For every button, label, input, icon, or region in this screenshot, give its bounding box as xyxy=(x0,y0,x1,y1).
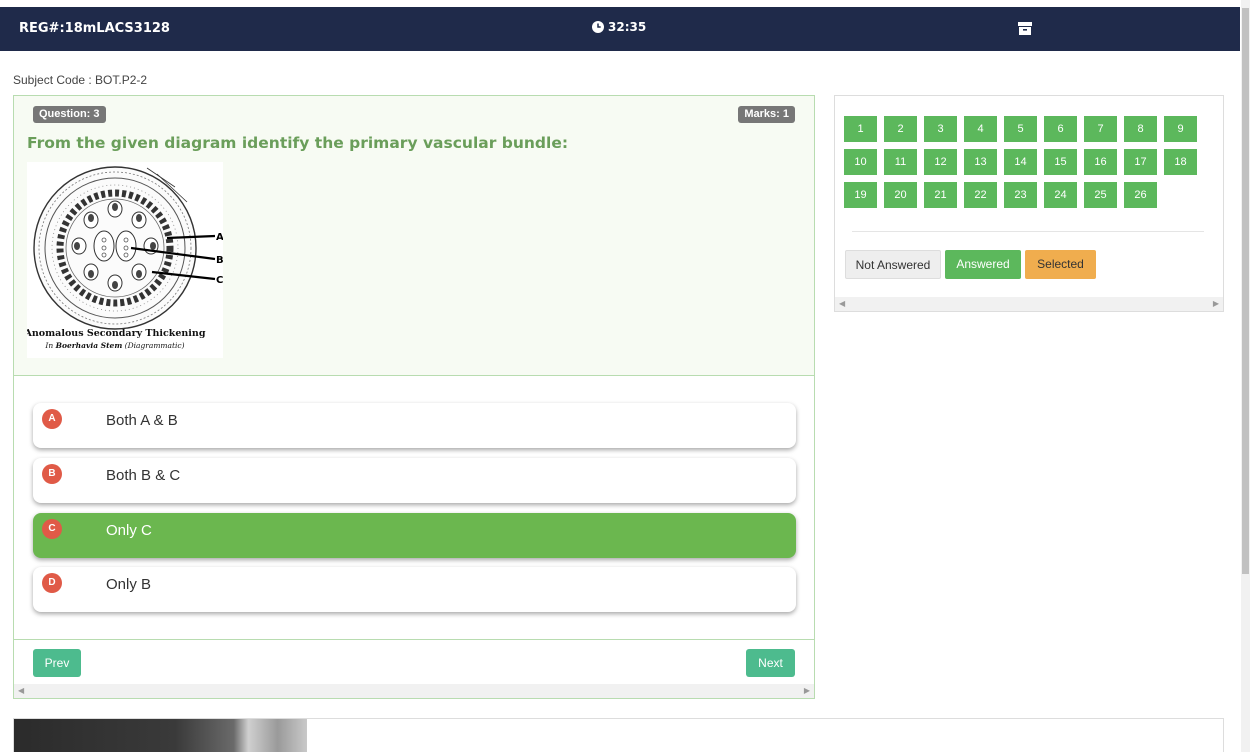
question-nav-button[interactable]: 22 xyxy=(964,182,997,208)
navigator-divider xyxy=(852,231,1204,232)
question-nav-button[interactable]: 13 xyxy=(964,149,997,175)
diagram-label-c: C xyxy=(216,275,223,286)
question-nav-button[interactable]: 18 xyxy=(1164,149,1197,175)
question-nav-button[interactable]: 23 xyxy=(1004,182,1037,208)
legend-answered: Answered xyxy=(945,250,1021,279)
option-text: Only B xyxy=(106,576,152,593)
page-scrollbar[interactable] xyxy=(1241,0,1250,752)
navigator-horizontal-scrollbar[interactable]: ◀ ▶ xyxy=(835,297,1223,311)
question-nav-button[interactable]: 4 xyxy=(964,116,997,142)
question-diagram: A B C Anomalous Secondary Thickening In … xyxy=(24,162,224,358)
diagram-label-a: A xyxy=(216,232,223,243)
diagram-caption-title: Anomalous Secondary Thickening xyxy=(27,328,206,339)
scroll-right-arrow-icon[interactable]: ▶ xyxy=(1213,299,1219,308)
webcam-feed xyxy=(14,719,307,752)
scroll-right-arrow-icon[interactable]: ▶ xyxy=(804,686,810,695)
question-nav-button[interactable]: 2 xyxy=(884,116,917,142)
option-text: Both A & B xyxy=(106,412,178,429)
option-letter-badge: C xyxy=(42,519,62,539)
scroll-left-arrow-icon[interactable]: ◀ xyxy=(18,686,24,695)
question-nav-button[interactable]: 7 xyxy=(1084,116,1117,142)
proctor-panel xyxy=(13,718,1224,752)
question-nav-button[interactable]: 9 xyxy=(1164,116,1197,142)
question-nav-button[interactable]: 8 xyxy=(1124,116,1157,142)
question-footer-divider xyxy=(14,639,814,640)
clock-icon xyxy=(592,21,604,33)
legend-selected: Selected xyxy=(1025,250,1096,279)
exam-timer: 32:35 xyxy=(592,20,646,34)
marks-badge: Marks: 1 xyxy=(738,106,795,123)
page-scrollbar-thumb[interactable] xyxy=(1242,8,1249,574)
prev-button[interactable]: Prev xyxy=(33,649,81,677)
diagram-caption-subtitle: In Boerhavia Stem (Diagrammatic) xyxy=(44,341,184,350)
question-nav-button[interactable]: 6 xyxy=(1044,116,1077,142)
question-nav-button[interactable]: 5 xyxy=(1004,116,1037,142)
legend-not-answered: Not Answered xyxy=(845,250,941,279)
question-nav-button[interactable]: 3 xyxy=(924,116,957,142)
question-nav-button[interactable]: 11 xyxy=(884,149,917,175)
option-c[interactable]: C Only C xyxy=(33,513,796,558)
timer-value: 32:35 xyxy=(608,20,647,34)
next-button[interactable]: Next xyxy=(746,649,795,677)
question-nav-button[interactable]: 21 xyxy=(924,182,957,208)
question-nav-button[interactable]: 1 xyxy=(844,116,877,142)
question-nav-button[interactable]: 24 xyxy=(1044,182,1077,208)
option-a[interactable]: A Both A & B xyxy=(33,403,796,448)
option-text: Only C xyxy=(106,522,152,539)
question-navigator: 1 2 3 4 5 6 7 8 9 10 11 12 13 14 15 16 17 18 19 20 21 22 23 24 2… xyxy=(834,95,1224,312)
boerhavia-stem-diagram: A B C Anomalous Secondary Thickening In … xyxy=(24,166,224,350)
question-nav-button[interactable]: 10 xyxy=(844,149,877,175)
subject-code: Subject Code : BOT.P2-2 xyxy=(13,73,148,87)
option-letter-badge: B xyxy=(42,464,62,484)
question-number-badge: Question: 3 xyxy=(33,106,106,123)
question-nav-button[interactable]: 20 xyxy=(884,182,917,208)
question-nav-button[interactable]: 17 xyxy=(1124,149,1157,175)
question-nav-button[interactable]: 25 xyxy=(1084,182,1117,208)
question-nav-button[interactable]: 15 xyxy=(1044,149,1077,175)
question-panel: Question: 3 Marks: 1 From the given diag… xyxy=(13,95,815,699)
scroll-left-arrow-icon[interactable]: ◀ xyxy=(839,299,845,308)
option-d[interactable]: D Only B xyxy=(33,567,796,612)
question-nav-button[interactable]: 26 xyxy=(1124,182,1157,208)
top-navbar: REG#:18mLACS3128 32:35 xyxy=(0,7,1240,51)
option-letter-badge: D xyxy=(42,573,62,593)
question-nav-button[interactable]: 14 xyxy=(1004,149,1037,175)
question-nav-button[interactable]: 16 xyxy=(1084,149,1117,175)
question-horizontal-scrollbar[interactable]: ◀ ▶ xyxy=(14,684,814,698)
question-header: Question: 3 Marks: 1 From the given diag… xyxy=(14,96,814,376)
question-text: From the given diagram identify the prim… xyxy=(27,134,569,152)
option-b[interactable]: B Both B & C xyxy=(33,458,796,503)
archive-icon[interactable] xyxy=(1018,22,1032,35)
option-letter-badge: A xyxy=(42,409,62,429)
diagram-label-b: B xyxy=(216,255,223,266)
question-nav-button[interactable]: 19 xyxy=(844,182,877,208)
question-nav-button[interactable]: 12 xyxy=(924,149,957,175)
option-text: Both B & C xyxy=(106,467,181,484)
registration-number: REG#:18mLACS3128 xyxy=(19,21,170,36)
